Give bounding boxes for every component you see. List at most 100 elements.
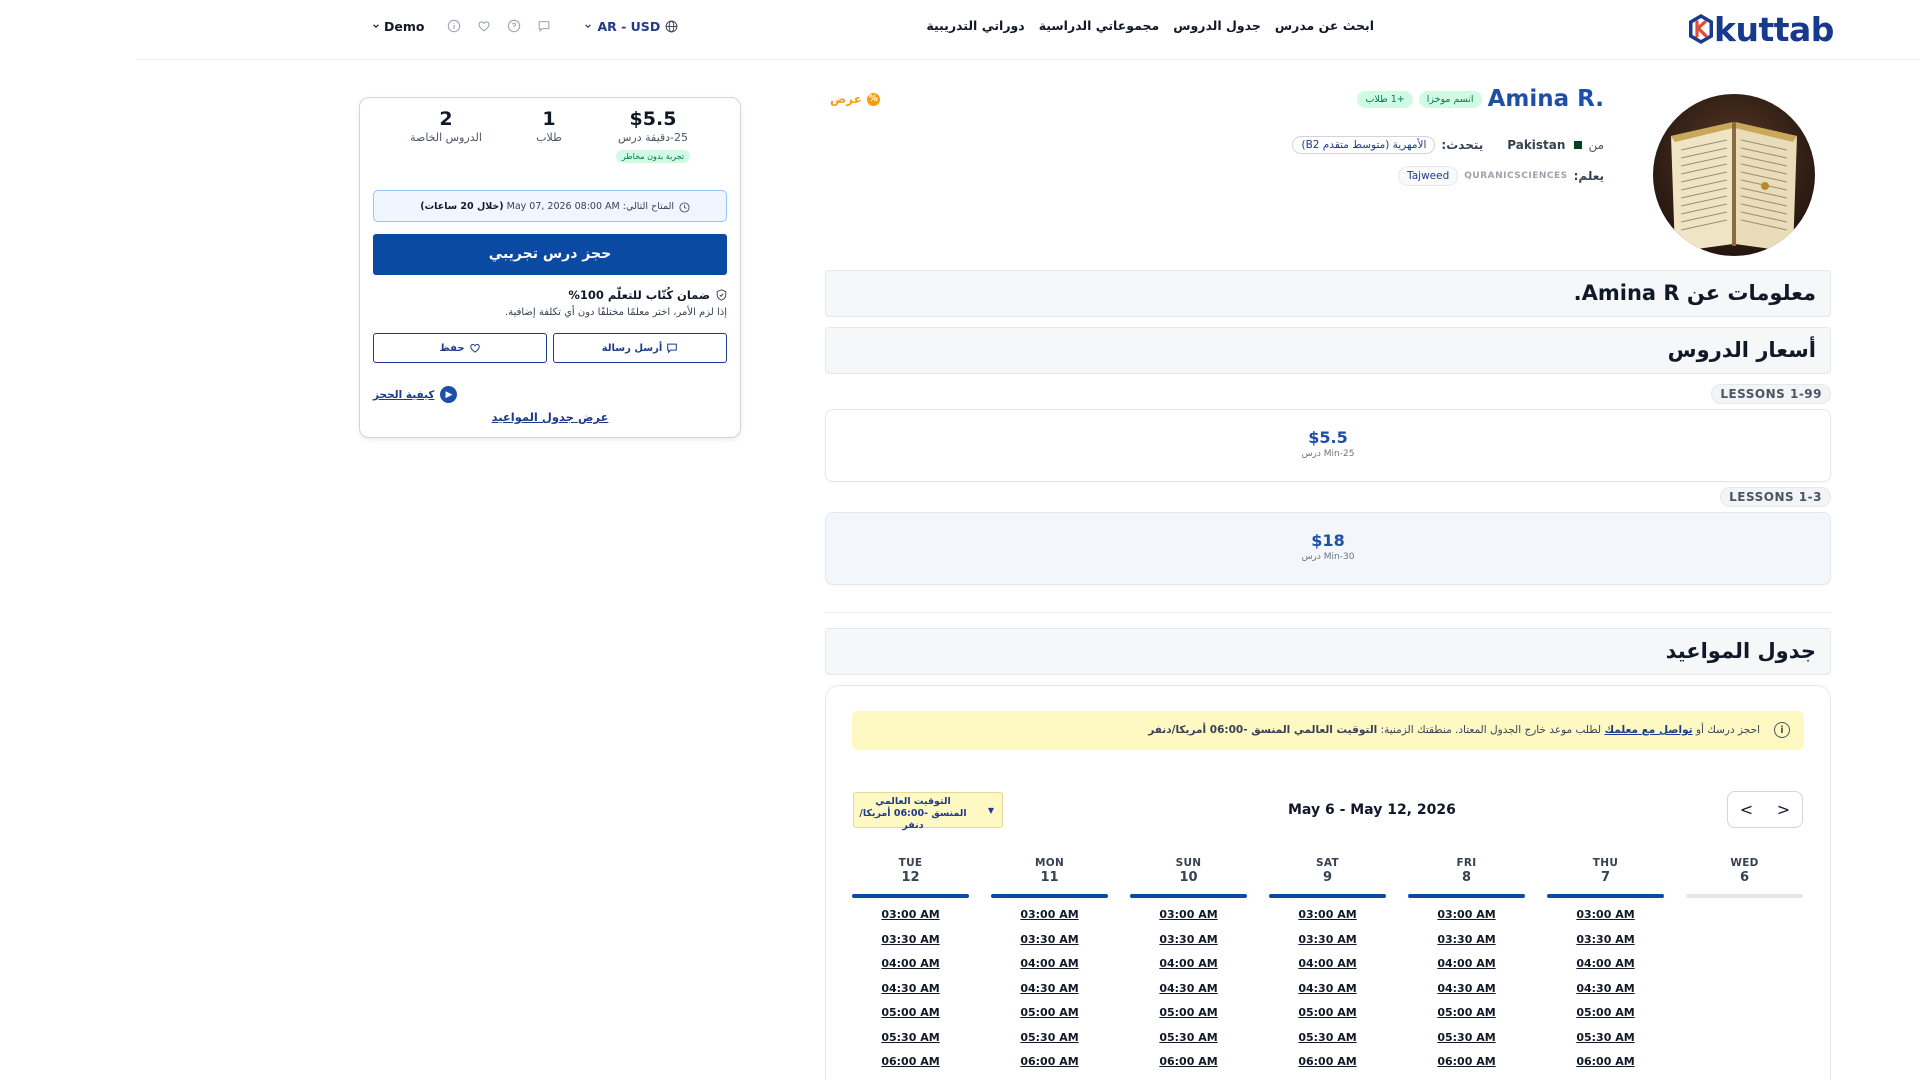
day-name: WED <box>1730 857 1759 869</box>
time-slot[interactable]: 05:00 AM <box>1547 1006 1664 1031</box>
notice-text: احجز درسك أو تواصل مع معلمك لطلب موعد خا… <box>1148 724 1760 736</box>
time-slot[interactable]: 06:00 AM <box>1547 1055 1664 1080</box>
time-slot[interactable]: 05:00 AM <box>852 1006 969 1031</box>
time-slot[interactable]: 04:00 AM <box>991 957 1108 982</box>
day-name: SAT <box>1316 857 1339 869</box>
schedule-section-header: جدول المواعيد <box>825 628 1831 675</box>
time-slot[interactable]: 03:00 AM <box>1408 908 1525 933</box>
time-slot[interactable]: 03:30 AM <box>1130 933 1247 958</box>
time-slot[interactable]: 03:30 AM <box>852 933 969 958</box>
nav-find-tutor[interactable]: ابحث عن مدرس <box>1275 18 1374 33</box>
nav-my-courses[interactable]: دوراتي التدريبية <box>926 18 1024 33</box>
next-available-box: المتاح التالي: May 07, 2026 08:00 AM (خل… <box>373 190 727 222</box>
about-section-header[interactable]: معلومات عن Amina R. <box>825 270 1831 317</box>
section-divider <box>825 612 1831 613</box>
time-slot[interactable]: 03:00 AM <box>1269 908 1386 933</box>
clock-icon <box>679 202 690 213</box>
time-slot[interactable]: 06:00 AM <box>1408 1055 1525 1080</box>
heart-icon[interactable] <box>476 18 492 34</box>
day-date: 9 <box>1322 870 1333 885</box>
time-slot[interactable]: 04:00 AM <box>1130 957 1247 982</box>
time-slot[interactable]: 05:00 AM <box>1408 1006 1525 1031</box>
timezone-select[interactable]: التوقيت العالمي المنسق -06:00 أمريكا/دنف… <box>853 792 1003 831</box>
language-currency-selector[interactable]: AR - USD <box>584 19 678 34</box>
time-slot[interactable]: 03:00 AM <box>1547 908 1664 933</box>
shield-icon <box>716 289 727 301</box>
next-week-button[interactable]: > <box>1771 800 1796 819</box>
tutor-teaches-row: يعلم: QURANICSCIENCES Tajweed <box>1398 166 1604 186</box>
time-slot[interactable]: 05:30 AM <box>1130 1031 1247 1056</box>
view-schedule-link[interactable]: عرض جدول المواعيد <box>359 410 741 424</box>
time-slot[interactable]: 04:00 AM <box>1269 957 1386 982</box>
time-slot[interactable]: 04:30 AM <box>1130 982 1247 1007</box>
time-slot[interactable]: 05:00 AM <box>1269 1006 1386 1031</box>
time-slot[interactable]: 05:30 AM <box>1408 1031 1525 1056</box>
time-slot[interactable]: 05:30 AM <box>852 1031 969 1056</box>
speaks-label: يتحدث: <box>1441 138 1484 152</box>
time-slot[interactable]: 06:00 AM <box>1269 1055 1386 1080</box>
time-slot[interactable]: 05:30 AM <box>991 1031 1108 1056</box>
offer-badge[interactable]: % عرض <box>830 92 880 106</box>
time-slot[interactable]: 03:00 AM <box>852 908 969 933</box>
next-available-in: (خلال 20 ساعات) <box>420 201 504 212</box>
time-slot[interactable]: 06:00 AM <box>1130 1055 1247 1080</box>
chevron-down-icon <box>585 24 592 29</box>
time-slots: 03:00 AM 03:30 AM 04:00 AM 04:30 AM 05:00 AM… <box>852 908 969 1080</box>
book-trial-button[interactable]: حجز درس تجريبي <box>373 234 727 275</box>
day-date: 6 <box>1739 870 1750 885</box>
message-icon[interactable] <box>536 18 552 34</box>
time-slot[interactable]: 03:00 AM <box>991 908 1108 933</box>
time-slot[interactable]: 04:00 AM <box>852 957 969 982</box>
help-icon[interactable] <box>506 18 522 34</box>
info-icon[interactable] <box>446 18 462 34</box>
day-availability-bar <box>852 894 969 898</box>
time-slot[interactable]: 04:30 AM <box>852 982 969 1007</box>
time-slot[interactable]: 04:30 AM <box>1547 982 1664 1007</box>
about-title: معلومات عن Amina R. <box>1573 281 1816 305</box>
time-slot[interactable]: 04:30 AM <box>1269 982 1386 1007</box>
time-slot[interactable]: 04:00 AM <box>1408 957 1525 982</box>
price-duration: Min-30 درس <box>1301 552 1355 562</box>
time-slot[interactable]: 03:30 AM <box>1408 933 1525 958</box>
user-name: Demo <box>384 18 425 34</box>
time-slot[interactable]: 05:00 AM <box>1130 1006 1247 1031</box>
price-card-2[interactable]: $18 Min-30 درس <box>825 512 1831 585</box>
lessons-tag-2: LESSONS 1-3 <box>1720 487 1831 507</box>
time-slot[interactable]: 06:00 AM <box>852 1055 969 1080</box>
risk-free-badge: تجربة بدون مخاطر <box>615 150 691 163</box>
day-name: THU <box>1592 857 1619 869</box>
time-slot[interactable]: 05:30 AM <box>1547 1031 1664 1056</box>
user-menu[interactable]: Demo <box>372 19 424 34</box>
notice-prefix: احجز درسك أو <box>1695 724 1760 736</box>
time-slot[interactable]: 04:30 AM <box>991 982 1108 1007</box>
prices-title: أسعار الدروس <box>1667 338 1816 362</box>
time-slot[interactable]: 05:00 AM <box>991 1006 1108 1031</box>
day-availability-bar <box>1269 894 1386 898</box>
time-slot[interactable]: 04:00 AM <box>1547 957 1664 982</box>
kuttab-logo[interactable]: kuttab <box>1686 10 1834 48</box>
time-slot[interactable]: 03:30 AM <box>1269 933 1386 958</box>
time-slot[interactable]: 03:30 AM <box>1547 933 1664 958</box>
students-badge: +1 طلاب <box>1357 90 1413 108</box>
time-slot[interactable]: 04:30 AM <box>1408 982 1525 1007</box>
time-slot[interactable]: 03:00 AM <box>1130 908 1247 933</box>
stat-price: $5.5 25-دقيقة درس تجربة بدون مخاطر <box>603 108 703 163</box>
save-tutor-button[interactable]: حفظ <box>373 333 547 363</box>
day-availability-bar <box>1686 894 1803 898</box>
nav-study-groups[interactable]: مجموعاتي الدراسية <box>1039 18 1160 33</box>
how-to-book[interactable]: كيفية الحجز ▶ <box>373 386 458 403</box>
trial-price: $5.5 <box>629 108 677 130</box>
tutor-origin-row: من Pakistan يتحدث: الأمهرية (متوسط متقدم… <box>1292 136 1604 154</box>
how-to-book-link[interactable]: كيفية الحجز <box>373 389 434 401</box>
time-slot[interactable]: 03:30 AM <box>991 933 1108 958</box>
time-slot[interactable]: 06:00 AM <box>991 1055 1108 1080</box>
send-message-button[interactable]: أرسل رسالة <box>553 333 727 363</box>
contact-tutor-link[interactable]: تواصل مع معلمك <box>1604 724 1692 736</box>
price-card-1[interactable]: $5.5 Min-25 درس <box>825 409 1831 482</box>
prev-week-button[interactable]: < <box>1734 800 1759 819</box>
day-availability-bar <box>1547 894 1664 898</box>
students-label: طلاب <box>536 131 562 144</box>
time-slots: 03:00 AM 03:30 AM 04:00 AM 04:30 AM 05:00 AM… <box>1547 908 1664 1080</box>
time-slot[interactable]: 05:30 AM <box>1269 1031 1386 1056</box>
nav-lesson-schedule[interactable]: جدول الدروس <box>1173 18 1261 33</box>
